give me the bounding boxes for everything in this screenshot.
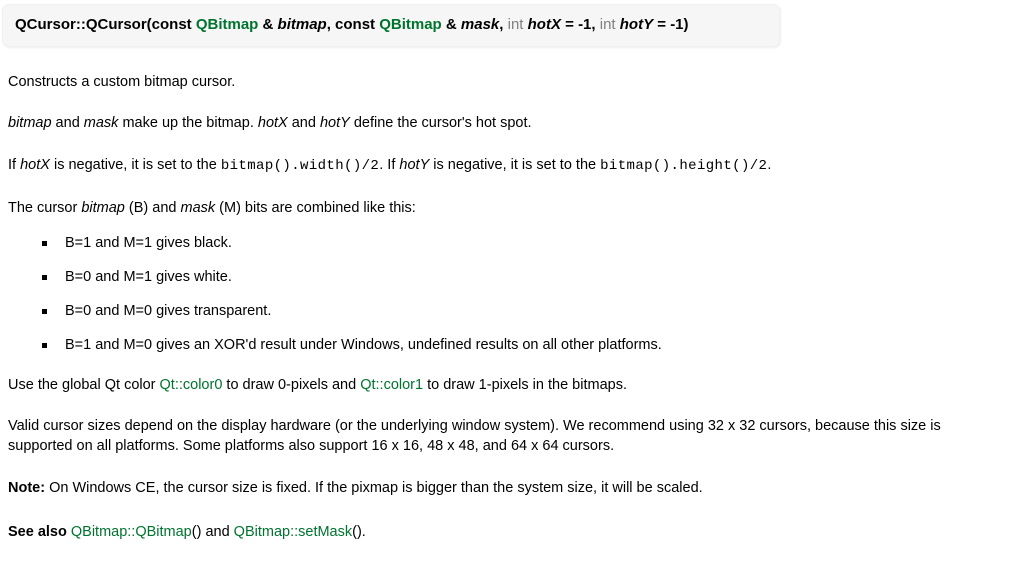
text-makeup: make up the bitmap. [118, 115, 258, 132]
see-also-label: See also [8, 523, 67, 540]
text-b-label: (B) and [124, 199, 181, 216]
function-signature-box: QCursor::QCursor(const QBitmap & bitmap,… [2, 4, 780, 47]
signature-param-bitmap: bitmap [277, 16, 327, 33]
param-ref-hotx-2: hotX [20, 156, 50, 173]
text-period: . [767, 156, 772, 173]
square-bullet-icon [42, 275, 47, 281]
text-and-2: and [287, 115, 320, 132]
list-item: B=0 and M=1 gives white. [42, 268, 1009, 287]
text-draw-one: to draw 1-pixels in the bitmaps. [423, 376, 627, 393]
param-ref-mask: mask [83, 115, 119, 132]
signature-keyword-int-1: int [507, 16, 528, 33]
paragraph-global-colors: Use the global Qt color Qt::color0 to dr… [0, 376, 1009, 396]
text-if-2: . If [379, 156, 400, 173]
paragraph-intro: Constructs a custom bitmap cursor. [8, 73, 236, 90]
signature-separator-2: , [499, 16, 508, 33]
list-item-label: B=1 and M=1 gives black. [65, 235, 232, 252]
see-also-between: and [201, 523, 234, 540]
paragraph-combined-bits: The cursor bitmap (B) and mask (M) bits … [0, 199, 1009, 219]
code-bitmap-height: bitmap().height()/2 [600, 157, 768, 174]
list-item: B=1 and M=0 gives an XOR'd result under … [42, 336, 1009, 355]
text-m-label: (M) bits are combined like this: [215, 199, 416, 216]
text-and-1: and [51, 115, 84, 132]
signature-default-hoty: = -1) [653, 16, 689, 33]
param-ref-hoty-2: hotY [399, 156, 430, 173]
param-ref-bitmap: bitmap [8, 115, 52, 132]
signature-prefix: QCursor::QCursor(const [15, 16, 196, 33]
link-qt-color0[interactable]: Qt::color0 [160, 377, 223, 393]
list-item-label: B=0 and M=1 gives white. [65, 269, 232, 286]
type-link-qbitmap-2[interactable]: QBitmap [379, 16, 442, 33]
code-bitmap-width: bitmap().width()/2 [220, 157, 380, 174]
paragraph-bitmap-mask: bitmap and mask make up the bitmap. hotX… [0, 114, 1009, 134]
link-qbitmap-setmask[interactable]: QBitmap::setMask [234, 524, 352, 540]
square-bullet-icon [42, 309, 47, 315]
signature-default-hotx: = -1, [560, 16, 600, 33]
paragraph-negative-hotspot: If hotX is negative, it is set to the bi… [0, 156, 1009, 176]
param-ref-bitmap-2: bitmap [81, 199, 125, 216]
text-hotspot: define the cursor's hot spot. [349, 115, 532, 132]
note-text: On Windows CE, the cursor size is fixed.… [45, 480, 703, 497]
text-use-global: Use the global Qt color [8, 376, 160, 393]
bit-combination-list: B=1 and M=1 gives black. B=0 and M=1 giv… [0, 234, 1009, 354]
square-bullet-icon [42, 342, 47, 348]
list-item: B=1 and M=1 gives black. [42, 234, 1009, 253]
paragraph-cursor-sizes: Valid cursor sizes depend on the display… [8, 418, 941, 454]
paragraph-see-also: See also QBitmap::QBitmap() and QBitmap:… [0, 523, 1009, 543]
text-setto-1: is negative, it is set to the [49, 156, 221, 173]
text-setto-2: is negative, it is set to the [429, 156, 601, 173]
list-item: B=0 and M=0 gives transparent. [42, 302, 1009, 321]
see-also-paren-1: () [191, 523, 202, 540]
link-qbitmap-constructor[interactable]: QBitmap::QBitmap [71, 524, 192, 540]
param-ref-mask-2: mask [180, 199, 216, 216]
signature-param-hoty: hotY [619, 16, 654, 33]
list-item-label: B=1 and M=0 gives an XOR'd result under … [65, 336, 662, 353]
paragraph-note: Note: On Windows CE, the cursor size is … [0, 479, 1009, 499]
type-link-qbitmap-1[interactable]: QBitmap [196, 16, 259, 33]
param-ref-hotx: hotX [257, 115, 288, 132]
text-cursor-prefix: The cursor [8, 199, 82, 216]
signature-ampersand-2: & [441, 16, 461, 33]
list-item-label: B=0 and M=0 gives transparent. [65, 303, 272, 320]
see-also-paren-2: (). [352, 523, 366, 540]
signature-keyword-int-2: int [599, 16, 616, 33]
text-if-1: If [8, 156, 21, 173]
note-label: Note: [8, 480, 46, 497]
param-ref-hoty: hotY [319, 115, 350, 132]
signature-ampersand-1: & [258, 16, 278, 33]
signature-separator-1: , const [326, 16, 380, 33]
documentation-page: QCursor::QCursor(const QBitmap & bitmap,… [0, 4, 1009, 579]
square-bullet-icon [42, 241, 47, 247]
link-qt-color1[interactable]: Qt::color1 [360, 377, 423, 393]
text-draw-zero: to draw 0-pixels and [222, 376, 361, 393]
signature-param-mask: mask [460, 16, 500, 33]
signature-param-hotx: hotX [527, 16, 561, 33]
